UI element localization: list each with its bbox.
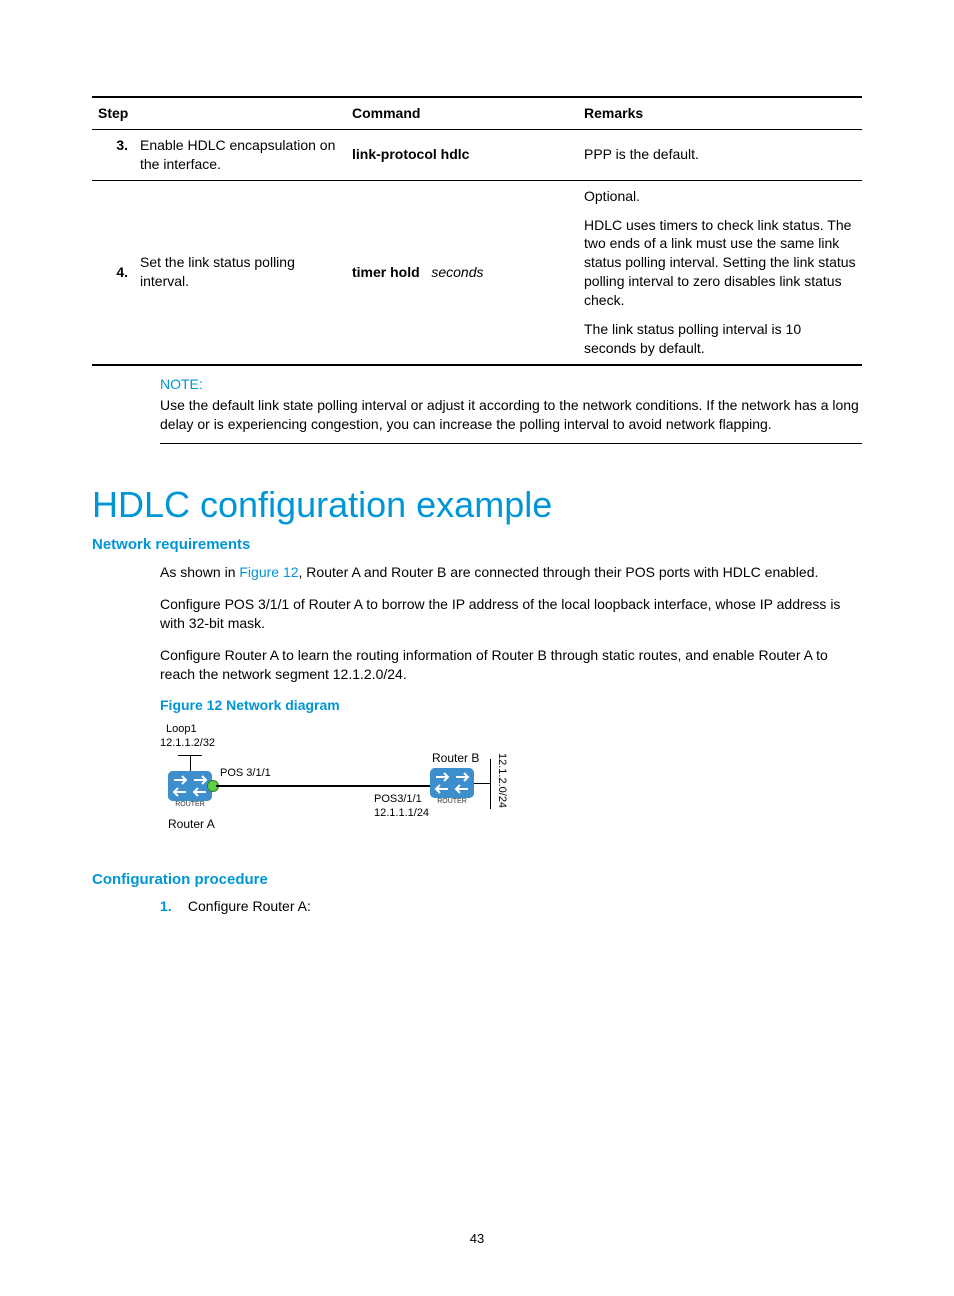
table-row: 4. Set the link status polling interval.… [92,180,862,365]
paragraph: Configure Router A to learn the routing … [160,646,862,685]
th-remarks: Remarks [578,97,862,129]
note-label: NOTE: [160,376,862,392]
cmd-bold: link-protocol hdlc [352,146,469,162]
remark-text: Optional. [584,187,856,206]
cmd-bold: timer hold [352,264,420,280]
router-badge: ROUTER [430,798,474,805]
note-body: Use the default link state polling inter… [160,396,862,435]
config-step: 1. Configure Router A: [160,898,862,914]
step-remarks: Optional. HDLC uses timers to check link… [578,180,862,365]
text: As shown in [160,564,239,580]
router-b-name: Router B [432,751,479,765]
config-step-number: 1. [160,898,184,914]
figure-caption: Figure 12 Network diagram [160,697,862,713]
th-command: Command [346,97,578,129]
loop-ip: 12.1.1.2/32 [160,737,215,749]
remark-text: The link status polling interval is 10 s… [584,320,856,358]
table-row: 3. Enable HDLC encapsulation on the inte… [92,129,862,180]
remark-text: HDLC uses timers to check link status. T… [584,216,856,310]
step-desc: Set the link status polling interval. [134,180,346,365]
step-command: timer hold seconds [346,180,578,365]
router-badge: ROUTER [168,801,212,808]
paragraph: Configure POS 3/1/1 of Router A to borro… [160,595,862,634]
subsection-configuration-procedure: Configuration procedure [92,871,862,888]
config-step-text: Configure Router A: [188,898,311,914]
step-desc: Enable HDLC encapsulation on the interfa… [134,129,346,180]
right-network-label: 12.1.2.0/24 [496,753,508,808]
loop-label: Loop1 [166,723,197,735]
cmd-arg: seconds [431,264,483,280]
subsection-network-requirements: Network requirements [92,536,862,553]
step-command: link-protocol hdlc [346,129,578,180]
router-b-ip: 12.1.1.1/24 [374,807,429,819]
step-remarks: PPP is the default. [578,129,862,180]
remark-text: PPP is the default. [584,145,856,164]
router-b-port: POS3/1/1 [374,793,422,805]
router-a-port: POS 3/1/1 [220,767,271,779]
page-title: HDLC configuration example [92,484,862,526]
figure-xref[interactable]: Figure 12 [239,564,298,580]
th-step: Step [92,97,346,129]
text: , Router A and Router B are connected th… [299,564,819,580]
step-number: 4. [92,180,134,365]
paragraph: As shown in Figure 12, Router A and Rout… [160,563,862,583]
page-number: 43 [0,1231,954,1246]
router-a-name: Router A [168,817,215,831]
network-diagram: Loop1 12.1.1.2/32 ROUTER Router A POS 3/… [160,723,540,843]
router-a-icon [168,771,212,801]
router-b-icon [430,768,474,798]
steps-table: Step Command Remarks 3. Enable HDLC enca… [92,96,862,366]
step-number: 3. [92,129,134,180]
